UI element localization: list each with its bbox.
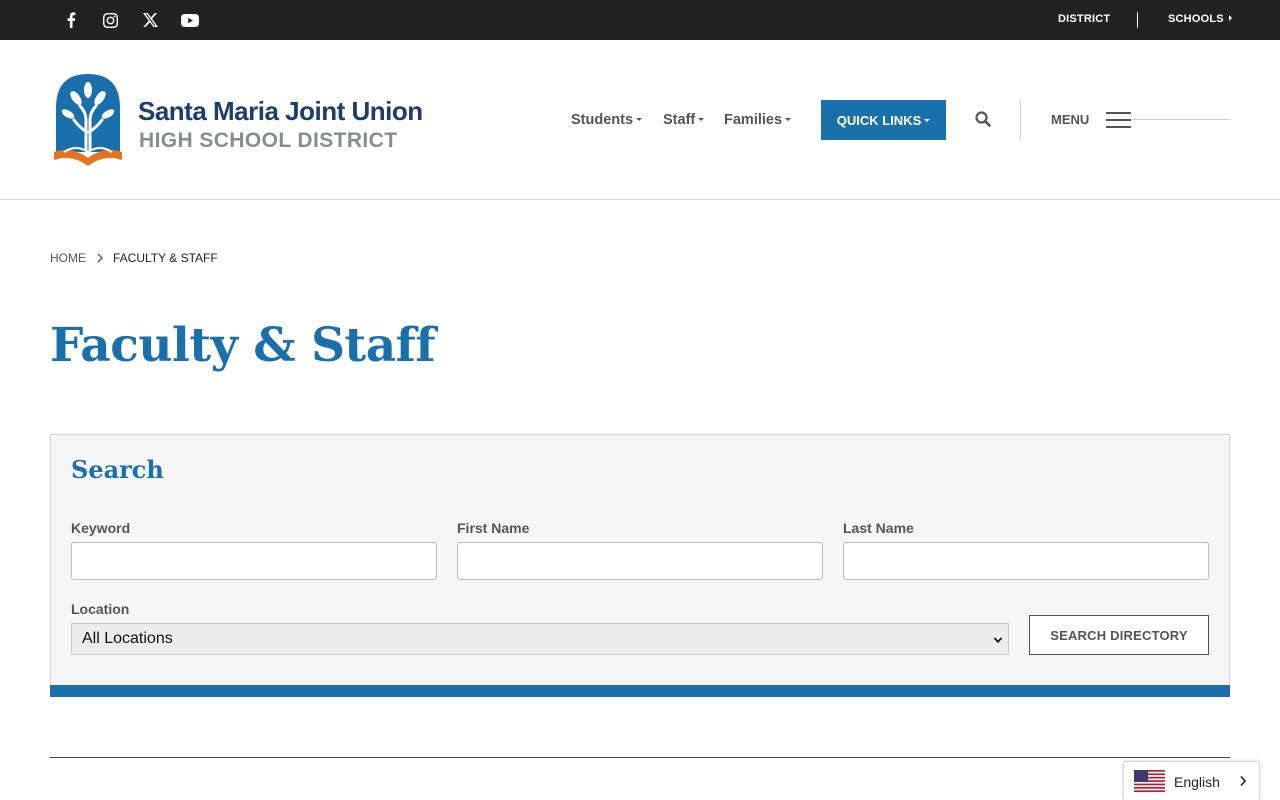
x-icon[interactable]	[140, 10, 160, 30]
caret-down-icon	[698, 118, 705, 121]
menu-rule	[1132, 119, 1230, 120]
caret-right-icon	[1228, 15, 1232, 21]
location-label: Location	[71, 601, 130, 617]
nav-families-label: Families	[724, 112, 783, 128]
language-label: English	[1174, 774, 1220, 790]
chevron-right-icon	[1240, 775, 1247, 787]
language-selector[interactable]: English	[1123, 761, 1260, 800]
nav-families[interactable]: Families	[724, 112, 792, 128]
search-directory-button[interactable]: SEARCH DIRECTORY	[1029, 615, 1209, 655]
chevron-right-icon	[97, 253, 103, 263]
us-flag-icon	[1134, 770, 1165, 792]
district-link-label: DISTRICT	[1058, 13, 1111, 25]
chevron-down-icon	[993, 637, 1003, 644]
top-bar-divider	[1137, 12, 1138, 28]
breadcrumb-current: FACULTY & STAFF	[113, 251, 218, 265]
search-panel-accent-bar	[50, 685, 1230, 697]
hamburger-icon	[1106, 112, 1132, 128]
nav-students-label: Students	[571, 112, 634, 128]
top-bar: DISTRICT SCHOOLS	[0, 0, 1280, 40]
page-title: Faculty & Staff	[50, 318, 436, 373]
location-select-value: All Locations	[82, 630, 173, 647]
first-name-label: First Name	[457, 520, 530, 536]
instagram-icon[interactable]	[100, 10, 120, 30]
nav-divider	[1020, 100, 1021, 140]
quick-links-button[interactable]: QUICK LINKS	[821, 100, 946, 140]
caret-down-icon	[636, 118, 643, 121]
breadcrumb-home[interactable]: HOME	[50, 251, 86, 265]
nav-staff[interactable]: Staff	[663, 112, 705, 128]
menu-label: MENU	[1051, 112, 1090, 127]
nav-students[interactable]: Students	[571, 112, 643, 128]
schools-link[interactable]: SCHOOLS	[1168, 13, 1232, 25]
facebook-icon[interactable]	[61, 10, 81, 30]
nav-staff-label: Staff	[663, 112, 696, 128]
site-header: Santa Maria Joint Union HIGH SCHOOL DIST…	[0, 40, 1280, 200]
last-name-input[interactable]	[843, 542, 1209, 580]
caret-down-icon	[785, 118, 792, 121]
district-link[interactable]: DISTRICT	[1058, 13, 1110, 25]
logo-icon	[54, 74, 122, 166]
search-panel-title: Search	[71, 455, 164, 484]
keyword-label: Keyword	[71, 520, 131, 536]
search-icon[interactable]	[974, 110, 992, 128]
logo-text-line1: Santa Maria Joint Union	[138, 96, 423, 126]
location-select[interactable]: All Locations	[71, 623, 1009, 655]
first-name-input[interactable]	[457, 542, 823, 580]
caret-down-icon	[924, 118, 931, 122]
keyword-input[interactable]	[71, 542, 437, 580]
quick-links-label: QUICK LINKS	[836, 112, 922, 128]
youtube-icon[interactable]	[180, 10, 200, 30]
last-name-label: Last Name	[843, 520, 914, 536]
schools-link-label: SCHOOLS	[1168, 13, 1224, 25]
content-divider	[50, 757, 1230, 758]
logo-text-line2: HIGH SCHOOL DISTRICT	[139, 129, 398, 152]
